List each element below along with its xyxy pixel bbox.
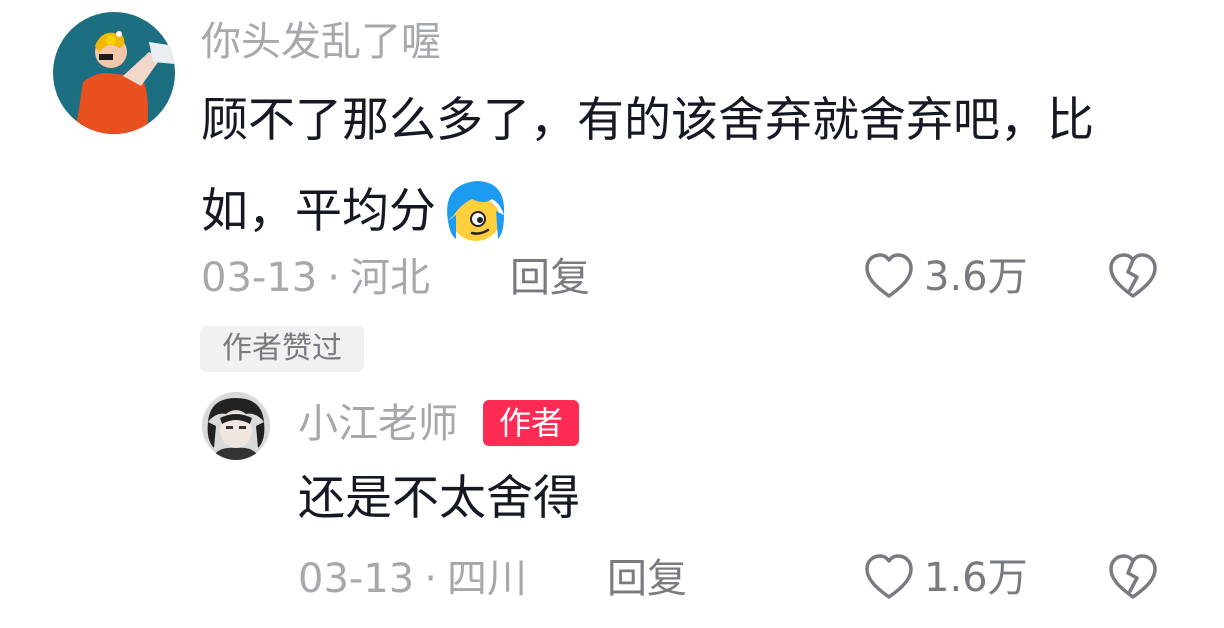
broken-heart-dislike-icon[interactable] — [1106, 250, 1160, 304]
reply-date: 03-13 — [298, 556, 415, 602]
reply-location: 四川 — [446, 556, 527, 602]
comment-text-line-2-text: 如，平均分 — [201, 183, 436, 239]
comment-meta: 03-13 · 河北 — [201, 258, 430, 298]
commenter-avatar-image — [53, 12, 175, 134]
heart-outline-icon — [862, 250, 916, 304]
reply-reply-button[interactable]: 回复 — [607, 559, 687, 599]
broken-heart-dislike-icon[interactable] — [1106, 551, 1160, 605]
meta-separator: · — [424, 556, 437, 602]
reply-meta: 03-13 · 四川 — [298, 559, 527, 599]
reply-author-avatar[interactable] — [202, 392, 270, 460]
meta-separator: · — [327, 255, 340, 301]
comment-reply-button[interactable]: 回复 — [510, 258, 590, 298]
commenter-avatar[interactable] — [53, 12, 175, 134]
reply-like-button[interactable]: 1.6万 — [862, 551, 1028, 605]
blue-hair-smirk-emoji-icon — [438, 175, 510, 247]
comment-text-line-2: 如，平均分 — [201, 175, 510, 247]
reply-author-avatar-image — [202, 392, 270, 460]
comment-like-count: 3.6万 — [924, 254, 1028, 300]
reply-like-count: 1.6万 — [924, 555, 1028, 601]
author-badge: 作者 — [483, 400, 579, 446]
comment-like-button[interactable]: 3.6万 — [862, 250, 1028, 304]
reply-username[interactable]: 小江老师 — [298, 404, 458, 444]
heart-outline-icon — [862, 551, 916, 605]
reply-text: 还是不太舍得 — [298, 471, 580, 526]
comment-location: 河北 — [349, 255, 430, 301]
liked-by-author-badge: 作者赞过 — [200, 326, 364, 372]
comment-text-line-1: 顾不了那么多了，有的该舍弃就舍弃吧，比 — [201, 93, 1094, 148]
comment-date: 03-13 — [201, 255, 318, 301]
commenter-username[interactable]: 你头发乱了喔 — [201, 22, 441, 62]
